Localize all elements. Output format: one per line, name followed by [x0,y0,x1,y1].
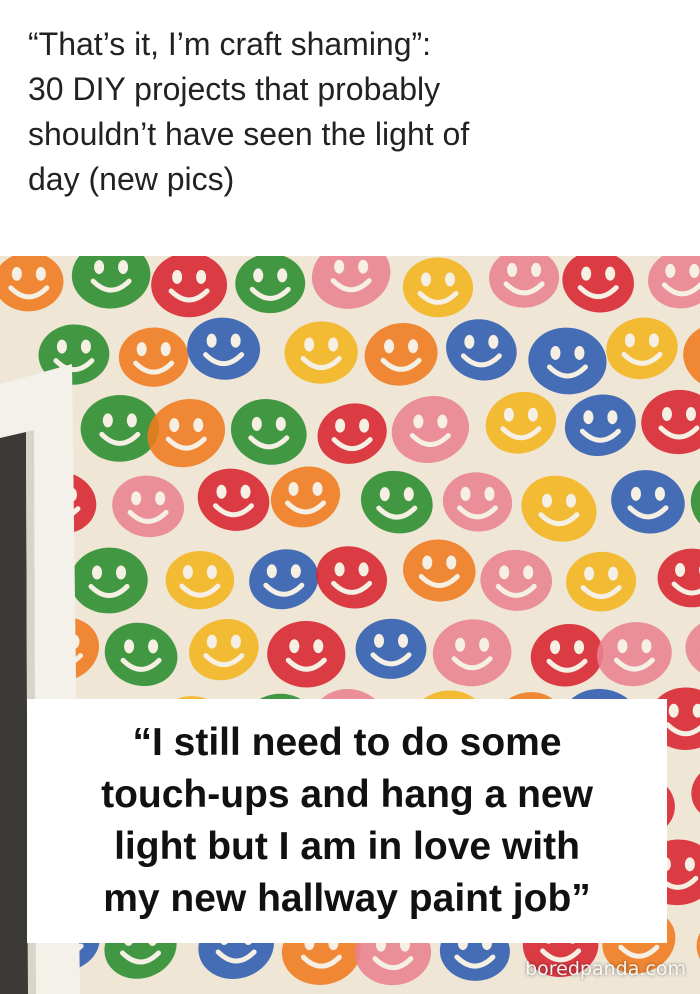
caption-line: light but I am in love with [114,825,580,868]
caption-line: touch-ups and hang a new [101,773,593,816]
watermark: boredpanda.com [525,958,686,980]
caption-line: my new hallway paint job” [103,877,591,920]
caption-box: “I still need to do some touch-ups and h… [27,699,667,943]
doorway-shadow [0,432,28,994]
headline-line: shouldn’t have seen the light of [28,116,470,152]
headline-line: 30 DIY projects that probably [28,71,441,107]
caption-line: “I still need to do some [132,721,562,764]
headline: “That’s it, I’m craft shaming”: 30 DIY p… [28,22,678,202]
smiley-sponge-print [355,618,427,679]
headline-line: “That’s it, I’m craft shaming”: [28,26,432,62]
headline-line: day (new pics) [28,161,235,197]
